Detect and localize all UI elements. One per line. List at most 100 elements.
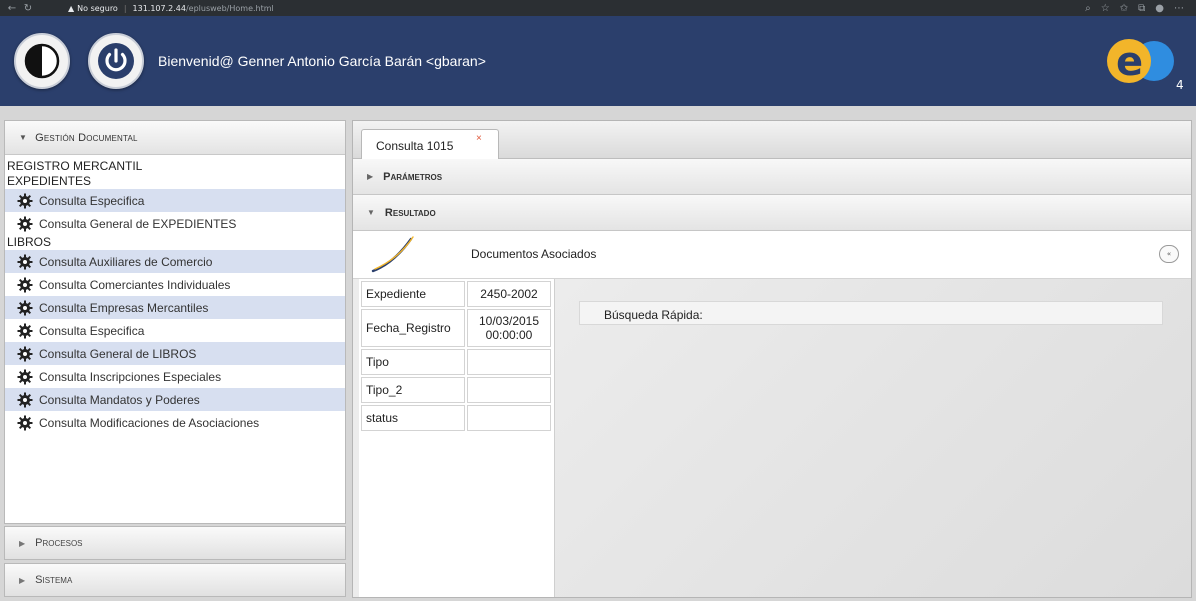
menu-item[interactable]: Consulta Especifica [5,319,345,342]
procesos-label: Procesos [35,537,83,549]
browser-tools: ⌕ ☆ ✩ ⧉ ● ⋯ [1085,3,1196,14]
menu-item[interactable]: Consulta Inscripciones Especiales [5,365,345,388]
gear-icon [17,216,33,231]
table-row: Tipo_2 [361,377,551,403]
translate-icon[interactable]: ⌕ [1085,3,1091,14]
double-chevron-left-icon: « [1166,250,1172,258]
triangle-right-icon: ▶ [19,538,26,548]
menu-item[interactable]: Consulta Comerciantes Individuales [5,273,345,296]
group-libros: LIBROS [7,235,52,249]
logo-version: 4 [1176,78,1184,92]
resultado-label: Resultado [384,206,436,219]
menu-item[interactable]: Consulta Auxiliares de Comercio [5,250,345,273]
gear-icon [17,300,33,315]
security-label[interactable]: No seguro [77,4,118,13]
browser-nav: ← ↻ [0,3,36,14]
property-value [467,349,551,375]
menu-item-label: Consulta Auxiliares de Comercio [39,254,213,269]
gear-icon [17,415,33,430]
logout-button[interactable] [88,33,144,89]
sidebar-section-procesos[interactable]: ▶ Procesos [4,526,346,560]
documentos-asociados-header: Documentos Asociados « [353,231,1191,279]
menu-item[interactable]: Consulta Empresas Mercantiles [5,296,345,319]
property-value [467,377,551,403]
expedientes-list: Consulta Especifica Consulta General de E… [5,189,345,235]
accordion-resultado[interactable]: ▼ Resultado [353,195,1191,231]
accordion-parametros[interactable]: ▶ Parámetros [353,159,1191,195]
reload-icon[interactable]: ↻ [24,3,32,14]
collapse-button[interactable]: « [1159,245,1179,263]
profile-icon[interactable]: ● [1155,3,1164,14]
menu-item-label: Consulta Mandatos y Poderes [39,392,200,407]
menu-item[interactable]: Consulta Modificaciones de Asociaciones [5,411,345,434]
table-row: Fecha_Registro 10/03/2015 00:00:00 [361,309,551,347]
menu-item-label: Consulta Especifica [39,193,145,208]
sidebar-section-header[interactable]: ▼ Gestión Documental [5,121,345,155]
collections-icon[interactable]: ⧉ [1138,3,1145,14]
gear-icon [17,254,33,269]
quick-search-label: Búsqueda Rápida: [604,308,703,322]
browser-toolbar: ← ↻ ▲ No seguro | 131.107.2.44 /eplusweb… [0,0,1196,16]
menu-item-label: Consulta Comerciantes Individuales [39,277,231,292]
url-separator: | [123,3,127,13]
libros-list: Consulta Auxiliares de Comercio Consulta … [5,250,345,434]
menu-item-label: Consulta Empresas Mercantiles [39,300,209,315]
property-key: Tipo_2 [361,377,465,403]
menu-item[interactable]: Consulta Mandatos y Poderes [5,388,345,411]
properties-table: Expediente 2450-2002 Fecha_Registro 10/03/2… [359,279,553,433]
table-row: Tipo [361,349,551,375]
close-icon[interactable]: × [476,133,482,144]
menu-item-label: Consulta General de LIBROS [39,346,197,361]
gear-icon [17,392,33,407]
welcome-message: Bienvenid@ Genner Antonio García Barán <… [158,53,486,69]
menu-item[interactable]: Consulta Especifica [5,189,345,212]
results-area: Búsqueda Rápida: [555,279,1191,597]
property-value [467,405,551,431]
theme-toggle-button[interactable] [14,33,70,89]
tabs-bar: Consulta 1015 × [353,121,1191,160]
table-row: status [361,405,551,431]
sidebar-section-sistema[interactable]: ▶ Sistema [4,563,346,597]
favorites-icon[interactable]: ✩ [1120,3,1128,14]
gear-icon [17,193,33,208]
properties-panel: Expediente 2450-2002 Fecha_Registro 10/03/2… [359,279,555,597]
triangle-down-icon: ▼ [19,133,28,142]
triangle-right-icon: ▶ [19,575,26,585]
menu-item-label: Consulta Modificaciones de Asociaciones [39,415,260,430]
back-icon[interactable]: ← [8,3,16,14]
property-key: status [361,405,465,431]
star-icon[interactable]: ☆ [1101,3,1110,14]
property-key: Fecha_Registro [361,309,465,347]
menu-item[interactable]: Consulta General de EXPEDIENTES [5,212,345,235]
sidebar-gestion-documental: ▼ Gestión Documental REGISTRO MERCANTIL … [4,120,346,524]
signature-icon [371,236,414,273]
quick-search-bar[interactable]: Búsqueda Rápida: [579,301,1163,325]
menu-item-label: Consulta Inscripciones Especiales [39,369,222,384]
tab-label: Consulta 1015 [376,139,454,153]
ep4-logo: e 4 [1107,39,1184,92]
triangle-right-icon: ▶ [367,172,374,181]
group-registro-mercantil: REGISTRO MERCANTIL [7,159,143,173]
table-row: Expediente 2450-2002 [361,281,551,307]
menu-item-label: Consulta Especifica [39,323,145,338]
property-key: Tipo [361,349,465,375]
gear-icon [17,346,33,361]
url-host[interactable]: 131.107.2.44 [133,4,186,13]
documentos-asociados-title: Documentos Asociados [471,247,597,261]
url-path[interactable]: /eplusweb/Home.html [186,4,274,13]
gear-icon [17,369,33,384]
warning-icon: ▲ [68,3,75,13]
menu-item[interactable]: Consulta General de LIBROS [5,342,345,365]
more-icon[interactable]: ⋯ [1174,3,1184,14]
power-icon [98,43,134,79]
property-value: 10/03/2015 00:00:00 [467,309,551,347]
contrast-icon [24,43,60,79]
sidebar-section-title: Gestión Documental [35,131,138,144]
main-panel: Consulta 1015 × ▶ Parámetros ▼ Resultado… [352,120,1192,598]
group-expedientes: EXPEDIENTES [7,174,92,188]
property-key: Expediente [361,281,465,307]
tab-consulta-1015[interactable]: Consulta 1015 × [361,129,499,160]
parametros-label: Parámetros [383,170,443,183]
sistema-label: Sistema [35,574,73,586]
gear-icon [17,277,33,292]
